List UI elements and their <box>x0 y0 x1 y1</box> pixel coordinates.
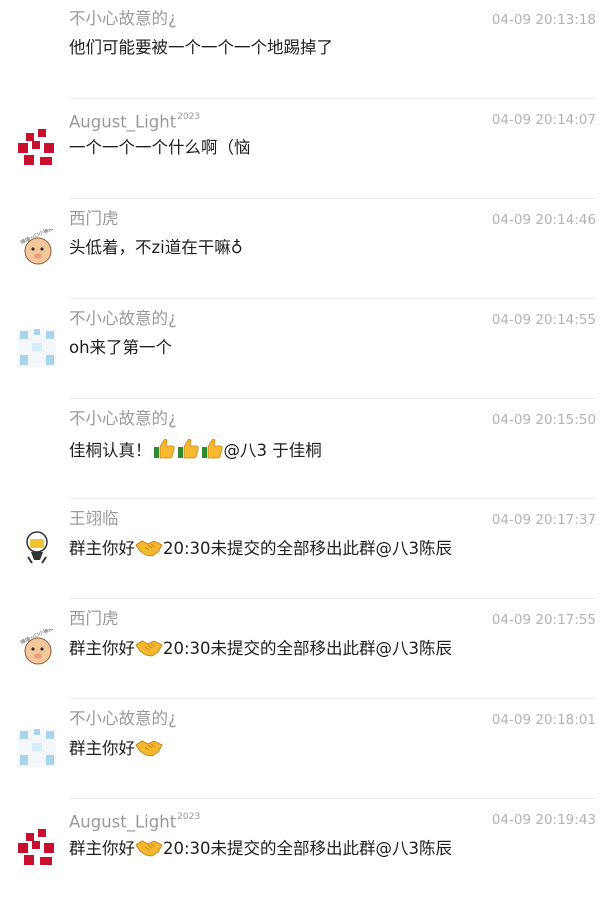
message-row[interactable]: 不小心故意的¿ 04-09 20:18:01 群主你好 <box>0 708 612 810</box>
sender-name[interactable]: 不小心故意的¿ <box>69 308 177 330</box>
red-blocks-icon[interactable] <box>18 129 56 167</box>
sender-name[interactable]: August_Light2023 <box>69 108 200 134</box>
message-timestamp: 04-09 20:17:37 <box>491 512 596 528</box>
message-text: 一个一个一个什么啊（恼 <box>69 138 251 157</box>
blue-pixel-icon[interactable] <box>18 329 56 367</box>
sender-name-text: 西门虎 <box>69 609 119 628</box>
sender-badge: 2023 <box>177 112 201 122</box>
cartoon-pig-icon[interactable]: 蹲墙一口小猪猪 <box>18 229 56 267</box>
chat-message-list[interactable]: 不小心故意的¿ 04-09 20:13:18 他们可能要被一个一个一个地踢掉了 Aug… <box>0 0 612 876</box>
message-content[interactable]: 佳桐认真！ @八3 于佳桐 <box>69 436 322 467</box>
avatar-placeholder <box>18 429 56 467</box>
red-blocks-icon[interactable] <box>18 829 56 867</box>
message-text: 20:30未提交的全部移出此群@八3陈辰 <box>163 639 453 658</box>
thumbs-up-icon <box>200 436 224 467</box>
message-text: oh来了第一个 <box>69 338 173 357</box>
sender-name[interactable]: 王翊临 <box>69 508 119 530</box>
sender-name-text: August_Light <box>69 112 177 132</box>
message-text: 群主你好 <box>69 839 135 858</box>
thumbs-up-icon <box>176 436 200 467</box>
handshake-icon <box>135 536 163 565</box>
cartoon-pig-icon[interactable]: 蹲墙一口小猪猪 <box>18 629 56 667</box>
message-row[interactable]: 不小心故意的¿ 04-09 20:15:50 佳桐认真！ @八3 于佳桐 <box>0 408 612 510</box>
sender-name[interactable]: 不小心故意的¿ <box>69 408 177 430</box>
message-timestamp: 04-09 20:15:50 <box>491 412 596 428</box>
sender-name-text: August_Light <box>69 812 177 832</box>
sender-name-text: 不小心故意的¿ <box>69 9 177 28</box>
sender-name-text: 不小心故意的¿ <box>69 709 177 728</box>
sender-name-text: 不小心故意的¿ <box>69 409 177 428</box>
thumbs-up-icon <box>152 436 176 467</box>
message-content[interactable]: 群主你好 <box>69 736 163 765</box>
message-content[interactable]: 头低着，不zi道在干嘛♁ <box>69 236 243 260</box>
message-row[interactable]: August_Light2023 04-09 20:19:43 群主你好 20:30未… <box>0 810 612 910</box>
sender-name[interactable]: 西门虎 <box>69 208 119 230</box>
message-timestamp: 04-09 20:14:55 <box>491 312 596 328</box>
message-divider <box>69 598 596 599</box>
message-text: 群主你好 <box>69 639 135 658</box>
message-content[interactable]: 群主你好 20:30未提交的全部移出此群@八3陈辰 <box>69 836 452 865</box>
message-content[interactable]: 一个一个一个什么啊（恼 <box>69 136 251 160</box>
message-timestamp: 04-09 20:13:18 <box>491 12 596 28</box>
message-text: 群主你好 <box>69 739 135 758</box>
message-row[interactable]: 不小心故意的¿ 04-09 20:13:18 他们可能要被一个一个一个地踢掉了 <box>0 8 612 110</box>
message-content[interactable]: 群主你好 20:30未提交的全部移出此群@八3陈辰 <box>69 536 452 565</box>
message-content[interactable]: 他们可能要被一个一个一个地踢掉了 <box>69 36 333 60</box>
message-divider <box>69 298 596 299</box>
sender-name[interactable]: 不小心故意的¿ <box>69 708 177 730</box>
message-timestamp: 04-09 20:14:07 <box>491 112 596 128</box>
sender-name-text: 王翊临 <box>69 509 119 528</box>
message-text: 他们可能要被一个一个一个地踢掉了 <box>69 38 333 57</box>
message-text: 20:30未提交的全部移出此群@八3陈辰 <box>163 539 453 558</box>
sender-name-text: 西门虎 <box>69 209 119 228</box>
blue-pixel-icon[interactable] <box>18 729 56 767</box>
message-text: 佳桐认真！ <box>69 441 152 460</box>
sender-name[interactable]: 西门虎 <box>69 608 119 630</box>
message-text: 头低着，不zi道在干嘛♁ <box>69 238 243 257</box>
message-content[interactable]: 群主你好 20:30未提交的全部移出此群@八3陈辰 <box>69 636 452 665</box>
message-divider <box>69 798 596 799</box>
message-row[interactable]: 不小心故意的¿ 04-09 20:14:55 oh来了第一个 <box>0 308 612 410</box>
message-text: @八3 于佳桐 <box>223 441 322 460</box>
message-row[interactable]: 蹲墙一口小猪猪 西门虎 04-09 20:14:46 头低着，不zi道在干嘛♁ <box>0 208 612 310</box>
message-divider <box>69 398 596 399</box>
message-timestamp: 04-09 20:17:55 <box>491 612 596 628</box>
message-text: 群主你好 <box>69 539 135 558</box>
message-text: 20:30未提交的全部移出此群@八3陈辰 <box>163 839 453 858</box>
message-row[interactable]: August_Light2023 04-09 20:14:07 一个一个一个什么啊（… <box>0 110 612 210</box>
handshake-icon <box>135 736 163 765</box>
message-divider <box>69 198 596 199</box>
sender-name-text: 不小心故意的¿ <box>69 309 177 328</box>
handshake-icon <box>135 636 163 665</box>
lightbulb-character-icon[interactable] <box>18 529 56 567</box>
sender-name[interactable]: 不小心故意的¿ <box>69 8 177 30</box>
sender-name[interactable]: August_Light2023 <box>69 808 200 834</box>
message-timestamp: 04-09 20:19:43 <box>491 812 596 828</box>
message-timestamp: 04-09 20:14:46 <box>491 212 596 228</box>
avatar-placeholder <box>18 29 56 67</box>
message-row[interactable]: 王翊临 04-09 20:17:37 群主你好 20:30未提交的全部移出此群@八3陈… <box>0 508 612 610</box>
message-content[interactable]: oh来了第一个 <box>69 336 172 360</box>
message-timestamp: 04-09 20:18:01 <box>491 712 596 728</box>
message-row[interactable]: 蹲墙一口小猪猪 西门虎 04-09 20:17:55 群主你好 20:30未提交的全部移… <box>0 608 612 710</box>
handshake-icon <box>135 836 163 865</box>
message-divider <box>69 98 596 99</box>
message-divider <box>69 498 596 499</box>
message-divider <box>69 698 596 699</box>
sender-badge: 2023 <box>177 812 201 822</box>
